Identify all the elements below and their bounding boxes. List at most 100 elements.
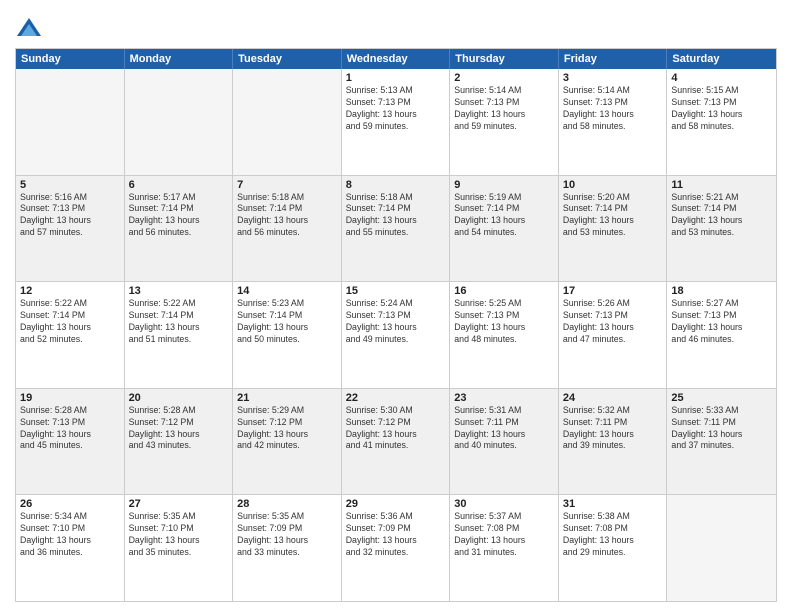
calendar: SundayMondayTuesdayWednesdayThursdayFrid…	[15, 48, 777, 602]
day-number: 21	[237, 392, 337, 404]
calendar-cell: 12Sunrise: 5:22 AMSunset: 7:14 PMDayligh…	[16, 282, 125, 388]
day-info: Sunrise: 5:21 AMSunset: 7:14 PMDaylight:…	[671, 192, 772, 240]
day-number: 11	[671, 179, 772, 191]
day-number: 7	[237, 179, 337, 191]
calendar-cell: 17Sunrise: 5:26 AMSunset: 7:13 PMDayligh…	[559, 282, 668, 388]
day-number: 30	[454, 498, 554, 510]
day-number: 22	[346, 392, 446, 404]
weekday-header: Monday	[125, 49, 234, 69]
day-info: Sunrise: 5:25 AMSunset: 7:13 PMDaylight:…	[454, 298, 554, 346]
calendar-cell: 6Sunrise: 5:17 AMSunset: 7:14 PMDaylight…	[125, 176, 234, 282]
day-number: 6	[129, 179, 229, 191]
calendar-cell: 21Sunrise: 5:29 AMSunset: 7:12 PMDayligh…	[233, 389, 342, 495]
day-number: 23	[454, 392, 554, 404]
day-info: Sunrise: 5:13 AMSunset: 7:13 PMDaylight:…	[346, 85, 446, 133]
weekday-header: Thursday	[450, 49, 559, 69]
logo-icon	[15, 14, 43, 42]
day-info: Sunrise: 5:28 AMSunset: 7:13 PMDaylight:…	[20, 405, 120, 453]
calendar-cell: 18Sunrise: 5:27 AMSunset: 7:13 PMDayligh…	[667, 282, 776, 388]
weekday-header: Wednesday	[342, 49, 451, 69]
calendar-cell: 4Sunrise: 5:15 AMSunset: 7:13 PMDaylight…	[667, 69, 776, 175]
day-info: Sunrise: 5:14 AMSunset: 7:13 PMDaylight:…	[563, 85, 663, 133]
day-number: 15	[346, 285, 446, 297]
calendar-week-row: 19Sunrise: 5:28 AMSunset: 7:13 PMDayligh…	[16, 389, 776, 496]
day-info: Sunrise: 5:32 AMSunset: 7:11 PMDaylight:…	[563, 405, 663, 453]
day-info: Sunrise: 5:28 AMSunset: 7:12 PMDaylight:…	[129, 405, 229, 453]
day-number: 16	[454, 285, 554, 297]
calendar-cell: 15Sunrise: 5:24 AMSunset: 7:13 PMDayligh…	[342, 282, 451, 388]
day-info: Sunrise: 5:16 AMSunset: 7:13 PMDaylight:…	[20, 192, 120, 240]
day-number: 12	[20, 285, 120, 297]
calendar-cell: 7Sunrise: 5:18 AMSunset: 7:14 PMDaylight…	[233, 176, 342, 282]
logo	[15, 14, 47, 42]
day-info: Sunrise: 5:18 AMSunset: 7:14 PMDaylight:…	[237, 192, 337, 240]
calendar-cell: 10Sunrise: 5:20 AMSunset: 7:14 PMDayligh…	[559, 176, 668, 282]
day-info: Sunrise: 5:29 AMSunset: 7:12 PMDaylight:…	[237, 405, 337, 453]
calendar-cell	[125, 69, 234, 175]
day-number: 25	[671, 392, 772, 404]
day-number: 20	[129, 392, 229, 404]
day-info: Sunrise: 5:22 AMSunset: 7:14 PMDaylight:…	[20, 298, 120, 346]
day-number: 26	[20, 498, 120, 510]
day-number: 4	[671, 72, 772, 84]
day-number: 5	[20, 179, 120, 191]
calendar-cell: 28Sunrise: 5:35 AMSunset: 7:09 PMDayligh…	[233, 495, 342, 601]
day-number: 14	[237, 285, 337, 297]
day-info: Sunrise: 5:22 AMSunset: 7:14 PMDaylight:…	[129, 298, 229, 346]
header	[15, 10, 777, 42]
day-info: Sunrise: 5:27 AMSunset: 7:13 PMDaylight:…	[671, 298, 772, 346]
day-info: Sunrise: 5:15 AMSunset: 7:13 PMDaylight:…	[671, 85, 772, 133]
day-number: 2	[454, 72, 554, 84]
day-info: Sunrise: 5:17 AMSunset: 7:14 PMDaylight:…	[129, 192, 229, 240]
calendar-cell: 24Sunrise: 5:32 AMSunset: 7:11 PMDayligh…	[559, 389, 668, 495]
calendar-cell: 8Sunrise: 5:18 AMSunset: 7:14 PMDaylight…	[342, 176, 451, 282]
day-number: 19	[20, 392, 120, 404]
calendar-cell: 5Sunrise: 5:16 AMSunset: 7:13 PMDaylight…	[16, 176, 125, 282]
calendar-week-row: 12Sunrise: 5:22 AMSunset: 7:14 PMDayligh…	[16, 282, 776, 389]
calendar-cell: 2Sunrise: 5:14 AMSunset: 7:13 PMDaylight…	[450, 69, 559, 175]
calendar-header: SundayMondayTuesdayWednesdayThursdayFrid…	[16, 49, 776, 69]
day-number: 27	[129, 498, 229, 510]
day-info: Sunrise: 5:20 AMSunset: 7:14 PMDaylight:…	[563, 192, 663, 240]
calendar-cell: 22Sunrise: 5:30 AMSunset: 7:12 PMDayligh…	[342, 389, 451, 495]
day-number: 9	[454, 179, 554, 191]
calendar-cell: 16Sunrise: 5:25 AMSunset: 7:13 PMDayligh…	[450, 282, 559, 388]
day-info: Sunrise: 5:18 AMSunset: 7:14 PMDaylight:…	[346, 192, 446, 240]
day-number: 1	[346, 72, 446, 84]
day-number: 28	[237, 498, 337, 510]
day-number: 18	[671, 285, 772, 297]
calendar-cell: 13Sunrise: 5:22 AMSunset: 7:14 PMDayligh…	[125, 282, 234, 388]
weekday-header: Friday	[559, 49, 668, 69]
day-number: 8	[346, 179, 446, 191]
day-info: Sunrise: 5:38 AMSunset: 7:08 PMDaylight:…	[563, 511, 663, 559]
calendar-cell: 9Sunrise: 5:19 AMSunset: 7:14 PMDaylight…	[450, 176, 559, 282]
calendar-body: 1Sunrise: 5:13 AMSunset: 7:13 PMDaylight…	[16, 69, 776, 601]
calendar-cell	[667, 495, 776, 601]
day-number: 29	[346, 498, 446, 510]
calendar-cell: 25Sunrise: 5:33 AMSunset: 7:11 PMDayligh…	[667, 389, 776, 495]
calendar-cell: 1Sunrise: 5:13 AMSunset: 7:13 PMDaylight…	[342, 69, 451, 175]
calendar-cell	[16, 69, 125, 175]
calendar-cell: 19Sunrise: 5:28 AMSunset: 7:13 PMDayligh…	[16, 389, 125, 495]
day-info: Sunrise: 5:36 AMSunset: 7:09 PMDaylight:…	[346, 511, 446, 559]
weekday-header: Saturday	[667, 49, 776, 69]
day-info: Sunrise: 5:34 AMSunset: 7:10 PMDaylight:…	[20, 511, 120, 559]
calendar-cell: 30Sunrise: 5:37 AMSunset: 7:08 PMDayligh…	[450, 495, 559, 601]
day-info: Sunrise: 5:26 AMSunset: 7:13 PMDaylight:…	[563, 298, 663, 346]
weekday-header: Sunday	[16, 49, 125, 69]
day-info: Sunrise: 5:14 AMSunset: 7:13 PMDaylight:…	[454, 85, 554, 133]
day-info: Sunrise: 5:37 AMSunset: 7:08 PMDaylight:…	[454, 511, 554, 559]
calendar-cell	[233, 69, 342, 175]
day-number: 17	[563, 285, 663, 297]
day-number: 31	[563, 498, 663, 510]
day-info: Sunrise: 5:24 AMSunset: 7:13 PMDaylight:…	[346, 298, 446, 346]
calendar-cell: 14Sunrise: 5:23 AMSunset: 7:14 PMDayligh…	[233, 282, 342, 388]
calendar-week-row: 26Sunrise: 5:34 AMSunset: 7:10 PMDayligh…	[16, 495, 776, 601]
day-number: 24	[563, 392, 663, 404]
day-info: Sunrise: 5:33 AMSunset: 7:11 PMDaylight:…	[671, 405, 772, 453]
day-number: 13	[129, 285, 229, 297]
calendar-cell: 3Sunrise: 5:14 AMSunset: 7:13 PMDaylight…	[559, 69, 668, 175]
day-number: 10	[563, 179, 663, 191]
calendar-cell: 11Sunrise: 5:21 AMSunset: 7:14 PMDayligh…	[667, 176, 776, 282]
calendar-cell: 27Sunrise: 5:35 AMSunset: 7:10 PMDayligh…	[125, 495, 234, 601]
